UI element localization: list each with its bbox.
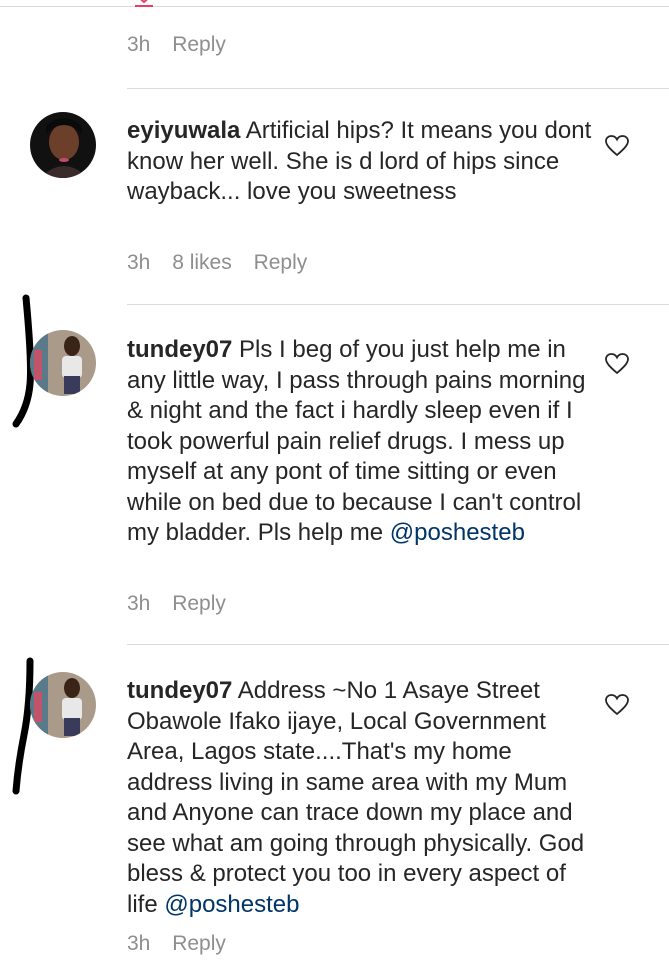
comment-username[interactable]: tundey07 [127,336,232,363]
comment-meta: 3h Reply [127,932,242,956]
heart-icon[interactable] [604,134,630,158]
comment-username[interactable]: eyiyuwala [127,117,240,144]
comment-time: 3h [127,33,151,56]
user-photo [30,330,96,396]
partial-heart-icon[interactable] [133,0,155,12]
comment-meta: 3h 8 likes Reply [127,251,323,275]
likes-count[interactable]: 8 likes [172,251,232,274]
divider [127,304,669,305]
comment-time: 3h [127,251,151,274]
comment-text: tundey07 Address ~No 1 Asaye Street Obaw… [127,676,597,920]
reply-button[interactable]: Reply [172,592,226,615]
comment-time: 3h [127,932,151,955]
top-divider [0,6,669,7]
reply-button[interactable]: Reply [254,251,308,274]
avatar[interactable] [30,672,96,738]
mention-link[interactable]: @poshesteb [164,891,299,918]
user-photo [30,112,96,178]
mention-link[interactable]: @poshesteb [390,519,525,546]
top-comment-meta: 3h Reply [127,33,242,57]
comment-meta: 3h Reply [127,592,242,616]
heart-icon[interactable] [604,352,630,376]
comment-text: tundey07 Pls I beg of you just help me i… [127,335,597,549]
avatar[interactable] [30,330,96,396]
divider [127,88,669,89]
reply-button[interactable]: Reply [172,33,226,56]
comment-body: Pls I beg of you just help me in any lit… [127,336,586,546]
heart-icon[interactable] [604,693,630,717]
comment-text: eyiyuwala Artificial hips? It means you … [127,116,597,208]
divider [127,644,669,645]
comment-body: Address ~No 1 Asaye Street Obawole Ifako… [127,677,585,918]
handdrawn-marker [12,657,34,795]
reply-button[interactable]: Reply [172,932,226,955]
user-photo [30,672,96,738]
comment-time: 3h [127,592,151,615]
comment-username[interactable]: tundey07 [127,677,232,704]
avatar[interactable] [30,112,96,178]
